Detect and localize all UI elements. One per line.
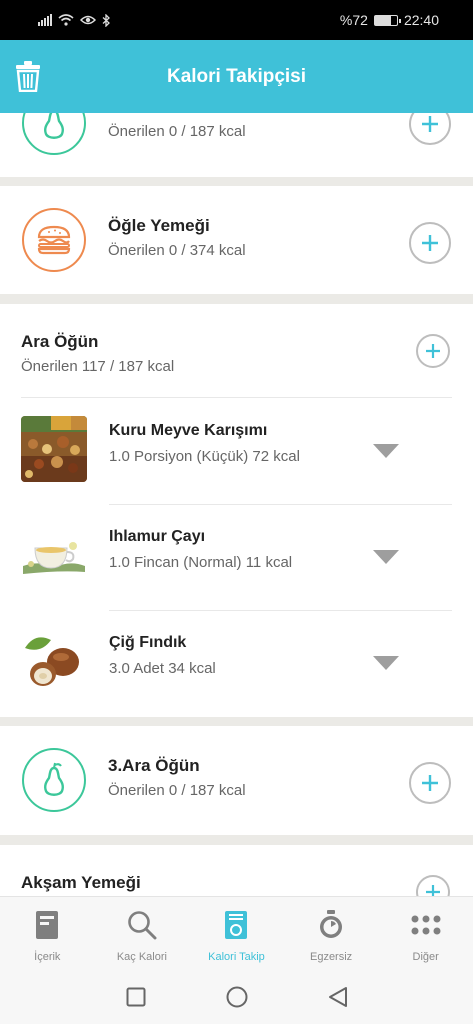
add-food-button[interactable] (409, 762, 451, 804)
pear-icon (44, 113, 64, 139)
plus-icon (422, 235, 438, 251)
dried-fruit-image (21, 416, 87, 482)
pear-icon (44, 762, 64, 796)
meal-card-breakfast-snack: Önerilen 0 / 187 kcal (0, 113, 473, 177)
scale-icon (220, 909, 252, 941)
page-title: Kalori Takipçisi (166, 65, 307, 87)
expand-caret-icon[interactable] (373, 550, 399, 564)
nav-label: Diğer (412, 951, 439, 963)
add-food-button[interactable] (416, 875, 450, 896)
nav-item-egzersiz[interactable]: Egzersiz (284, 897, 379, 970)
food-item[interactable]: Kuru Meyve Karışımı 1.0 Porsiyon (Küçük)… (0, 398, 473, 504)
burger-icon (37, 225, 71, 255)
nav-label: Kaç Kalori (116, 951, 167, 963)
plus-icon (422, 775, 438, 791)
add-food-button[interactable] (416, 334, 450, 368)
bluetooth-icon (102, 13, 110, 27)
burger-meal-icon (22, 208, 86, 272)
expand-caret-icon[interactable] (373, 444, 399, 458)
plus-icon (422, 116, 438, 132)
nav-item-kalori-takip[interactable]: Kalori Takip (189, 897, 284, 970)
signal-icon (38, 14, 52, 26)
trash-icon[interactable] (14, 60, 42, 92)
meal-card-snack: Ara Öğün Önerilen 117 / 187 kcal Kuru Me… (0, 304, 473, 717)
meal-recommended: Önerilen 117 / 187 kcal (21, 358, 175, 375)
home-icon[interactable] (226, 986, 248, 1008)
pear-meal-icon (22, 748, 86, 812)
clock: 22:40 (403, 12, 439, 28)
stopwatch-icon (315, 909, 347, 941)
wifi-icon (58, 14, 74, 26)
add-food-button[interactable] (409, 222, 451, 264)
food-item[interactable]: Çiğ Fındık 3.0 Adet 34 kcal (0, 610, 473, 716)
food-detail: 1.0 Fincan (Normal) 11 kcal (109, 554, 293, 571)
hazelnut-image (21, 628, 87, 694)
meal-title: Akşam Yemeği (21, 873, 141, 892)
meal-recommended: Önerilen 0 / 187 kcal (108, 123, 246, 140)
status-icons-left (38, 13, 110, 27)
add-food-button[interactable] (409, 113, 451, 145)
meal-list[interactable]: Önerilen 0 / 187 kcal Öğle Yemeği Öneril… (0, 113, 473, 896)
grid-icon (410, 909, 442, 941)
app-bar: Kalori Takipçisi (0, 40, 473, 113)
food-detail: 1.0 Porsiyon (Küçük) 72 kcal (109, 448, 300, 465)
eye-icon (80, 15, 96, 25)
battery-level (374, 15, 391, 25)
expand-caret-icon[interactable] (373, 656, 399, 670)
meal-card-lunch: Öğle Yemeği Önerilen 0 / 374 kcal (0, 186, 473, 294)
status-bar: %72 22:40 (0, 0, 473, 40)
meal-title: Ara Öğün (21, 332, 99, 351)
recents-icon[interactable] (126, 987, 146, 1007)
status-icons-right: %72 22:40 (340, 12, 439, 28)
food-name: Kuru Meyve Karışımı (109, 422, 268, 439)
plus-icon (426, 344, 440, 358)
nav-label: Kalori Takip (208, 951, 265, 963)
food-detail: 3.0 Adet 34 kcal (109, 660, 216, 677)
nav-label: İçerik (34, 951, 61, 963)
bottom-nav: İçerik Kaç Kalori Kalori Takip Egzersiz … (0, 896, 473, 970)
nav-item-kac-kalori[interactable]: Kaç Kalori (95, 897, 190, 970)
meal-title: Öğle Yemeği (108, 216, 210, 235)
system-nav-bar (0, 970, 473, 1024)
document-icon (31, 909, 63, 941)
plus-icon (426, 885, 440, 896)
nav-item-diger[interactable]: Diğer (378, 897, 473, 970)
back-icon[interactable] (328, 986, 348, 1008)
meal-card-snack3: 3.Ara Öğün Önerilen 0 / 187 kcal (0, 726, 473, 835)
meal-recommended: Önerilen 0 / 187 kcal (108, 782, 246, 799)
pear-meal-icon (22, 113, 86, 155)
search-icon (126, 909, 158, 941)
linden-tea-image (21, 522, 87, 588)
battery-percent: %72 (339, 12, 368, 28)
nav-item-icerik[interactable]: İçerik (0, 897, 95, 970)
food-item[interactable]: Ihlamur Çayı 1.0 Fincan (Normal) 11 kcal (0, 504, 473, 610)
food-name: Çiğ Fındık (109, 634, 187, 651)
meal-card-dinner: Akşam Yemeği (0, 845, 473, 896)
meal-title: 3.Ara Öğün (108, 756, 200, 775)
nav-label: Egzersiz (309, 951, 353, 963)
meal-recommended: Önerilen 0 / 374 kcal (108, 242, 246, 259)
battery-icon (373, 14, 401, 26)
food-name: Ihlamur Çayı (109, 528, 206, 545)
